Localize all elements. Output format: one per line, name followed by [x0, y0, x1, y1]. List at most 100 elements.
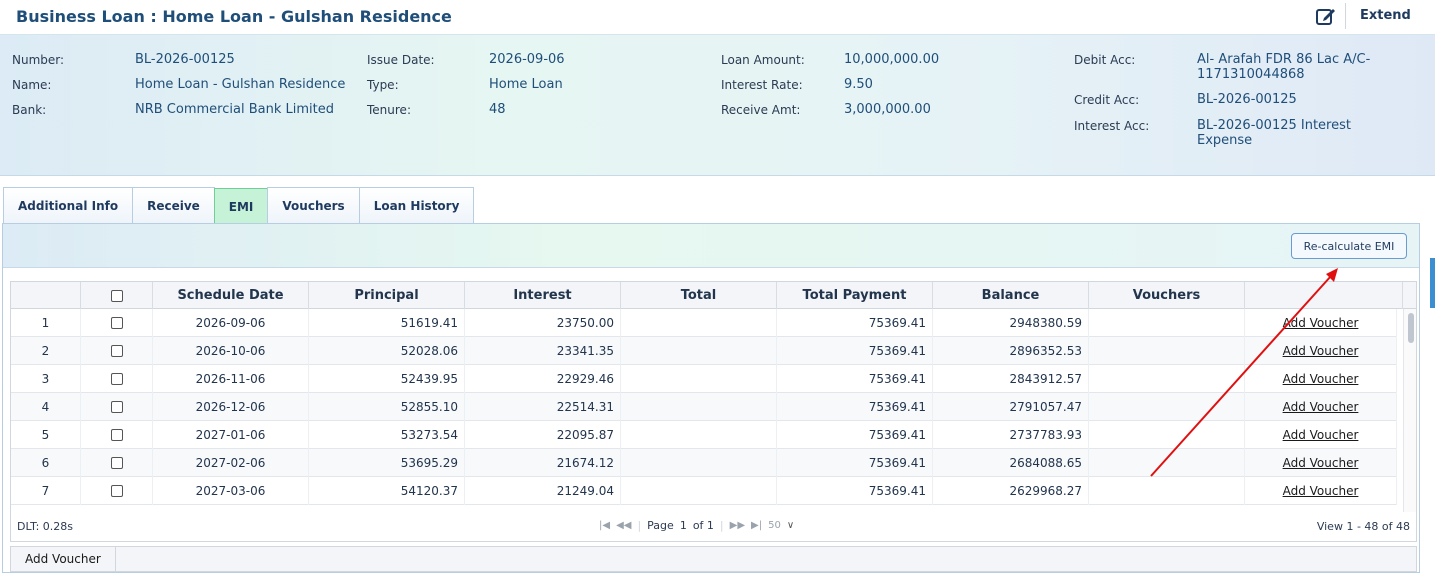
cell-rownum: 7 [11, 477, 81, 505]
select-all-checkbox[interactable] [110, 289, 123, 302]
header-select-all [81, 282, 153, 309]
cell-balance: 2737783.93 [933, 421, 1089, 449]
cell-action: Add Voucher [1245, 309, 1397, 337]
add-voucher-link[interactable]: Add Voucher [1283, 400, 1359, 414]
cell-select [81, 393, 153, 421]
edit-icon [1315, 9, 1335, 25]
view-count-text: View 1 - 48 of 48 [1316, 520, 1410, 533]
next-page-icon[interactable]: ▶▶ [730, 520, 745, 531]
tab-loan-history[interactable]: Loan History [358, 187, 475, 224]
chevron-down-icon[interactable]: ∨ [787, 520, 794, 531]
cell-balance: 2843912.57 [933, 365, 1089, 393]
add-voucher-button[interactable]: Add Voucher [11, 547, 116, 571]
cell-schedule-date: 2026-11-06 [153, 365, 309, 393]
row-checkbox[interactable] [110, 317, 123, 329]
header-vouchers[interactable]: Vouchers [1089, 282, 1245, 309]
last-page-icon[interactable]: ▶| [751, 520, 762, 531]
first-page-icon[interactable]: |◀ [599, 520, 610, 531]
header-balance[interactable]: Balance [933, 282, 1089, 309]
tab-additional-info[interactable]: Additional Info [3, 187, 134, 224]
row-checkbox[interactable] [110, 345, 123, 357]
cell-schedule-date: 2026-12-06 [153, 393, 309, 421]
cell-principal: 51619.41 [309, 309, 465, 337]
row-checkbox[interactable] [110, 373, 123, 385]
row-checkbox[interactable] [110, 401, 123, 413]
cell-interest: 21674.12 [465, 449, 621, 477]
page-size-select[interactable]: 50 [768, 520, 781, 531]
cell-total [621, 421, 777, 449]
cell-interest: 22514.31 [465, 393, 621, 421]
table-row[interactable]: 5 2027-01-06 53273.54 22095.87 75369.41 27377… [11, 421, 1397, 449]
page-input[interactable]: 1 [680, 519, 687, 532]
cell-total [621, 309, 777, 337]
cell-select [81, 477, 153, 505]
cell-principal: 52028.06 [309, 337, 465, 365]
cell-schedule-date: 2027-01-06 [153, 421, 309, 449]
table-row[interactable]: 1 2026-09-06 51619.41 23750.00 75369.41 29483… [11, 309, 1397, 337]
debit-acc-value: Al- Arafah FDR 86 Lac A/C-1171310044868 [1197, 52, 1371, 82]
table-row[interactable]: 6 2027-02-06 53695.29 21674.12 75369.41 26840… [11, 449, 1397, 477]
table-row[interactable]: 2 2026-10-06 52028.06 23341.35 75369.41 28963… [11, 337, 1397, 365]
cell-balance: 2896352.53 [933, 337, 1089, 365]
cell-total [621, 337, 777, 365]
add-voucher-link[interactable]: Add Voucher [1283, 428, 1359, 442]
cell-total-payment: 75369.41 [777, 309, 933, 337]
cell-vouchers [1089, 449, 1245, 477]
row-checkbox[interactable] [110, 485, 123, 497]
cell-vouchers [1089, 309, 1245, 337]
header-total[interactable]: Total [621, 282, 777, 309]
add-voucher-link[interactable]: Add Voucher [1283, 316, 1359, 330]
name-label: Name: [12, 78, 52, 92]
tab-emi[interactable]: EMI [213, 188, 269, 224]
scrollbar-thumb[interactable] [1408, 313, 1414, 343]
cell-total [621, 477, 777, 505]
table-row[interactable]: 7 2027-03-06 54120.37 21249.04 75369.41 26299… [11, 477, 1397, 505]
cell-vouchers [1089, 365, 1245, 393]
title-bar: Business Loan : Home Loan - Gulshan Resi… [0, 0, 1435, 34]
extend-button[interactable]: Extend [1360, 8, 1411, 23]
row-checkbox[interactable] [110, 429, 123, 441]
cell-vouchers [1089, 421, 1245, 449]
header-schedule-date[interactable]: Schedule Date [153, 282, 309, 309]
tab-receive[interactable]: Receive [132, 187, 215, 224]
cell-interest: 21249.04 [465, 477, 621, 505]
dlt-text: DLT: 0.28s [17, 520, 74, 533]
header-principal[interactable]: Principal [309, 282, 465, 309]
page-title: Business Loan : Home Loan - Gulshan Resi… [16, 7, 452, 26]
grid-pager: DLT: 0.28s |◀ ◀◀ | Page 1 of 1 | ▶▶ ▶| 5… [10, 512, 1417, 542]
issue-date-label: Issue Date: [367, 53, 435, 67]
table-row[interactable]: 3 2026-11-06 52439.95 22929.46 75369.41 28439… [11, 365, 1397, 393]
emi-panel: Re-calculate EMI Schedule Date Principal… [2, 223, 1420, 573]
edit-button[interactable] [1306, 3, 1346, 29]
cell-select [81, 365, 153, 393]
cell-total [621, 393, 777, 421]
add-voucher-link[interactable]: Add Voucher [1283, 456, 1359, 470]
name-value: Home Loan - Gulshan Residence [135, 77, 346, 92]
receive-amt-value: 3,000,000.00 [844, 102, 931, 117]
grid-scrollbar[interactable] [1403, 309, 1416, 540]
header-total-payment[interactable]: Total Payment [777, 282, 933, 309]
loan-info-panel: Number: BL-2026-00125 Name: Home Loan - … [0, 34, 1435, 176]
tab-vouchers[interactable]: Vouchers [267, 187, 360, 224]
add-voucher-link[interactable]: Add Voucher [1283, 344, 1359, 358]
add-voucher-link[interactable]: Add Voucher [1283, 372, 1359, 386]
cell-total [621, 449, 777, 477]
cell-select [81, 337, 153, 365]
emi-toolbar: Re-calculate EMI [3, 224, 1419, 268]
add-voucher-link[interactable]: Add Voucher [1283, 484, 1359, 498]
recalculate-emi-button[interactable]: Re-calculate EMI [1291, 233, 1407, 259]
cell-action: Add Voucher [1245, 421, 1397, 449]
cell-action: Add Voucher [1245, 365, 1397, 393]
cell-action: Add Voucher [1245, 393, 1397, 421]
header-interest[interactable]: Interest [465, 282, 621, 309]
row-checkbox[interactable] [110, 457, 123, 469]
cell-total-payment: 75369.41 [777, 477, 933, 505]
cell-principal: 53273.54 [309, 421, 465, 449]
header-rownum [11, 282, 81, 309]
table-row[interactable]: 4 2026-12-06 52855.10 22514.31 75369.41 27910… [11, 393, 1397, 421]
prev-page-icon[interactable]: ◀◀ [616, 520, 631, 531]
cell-balance: 2629968.27 [933, 477, 1089, 505]
credit-acc-label: Credit Acc: [1074, 93, 1140, 107]
emi-grid: Schedule Date Principal Interest Total T… [10, 281, 1417, 541]
grid-footer: Add Voucher [10, 546, 1417, 572]
